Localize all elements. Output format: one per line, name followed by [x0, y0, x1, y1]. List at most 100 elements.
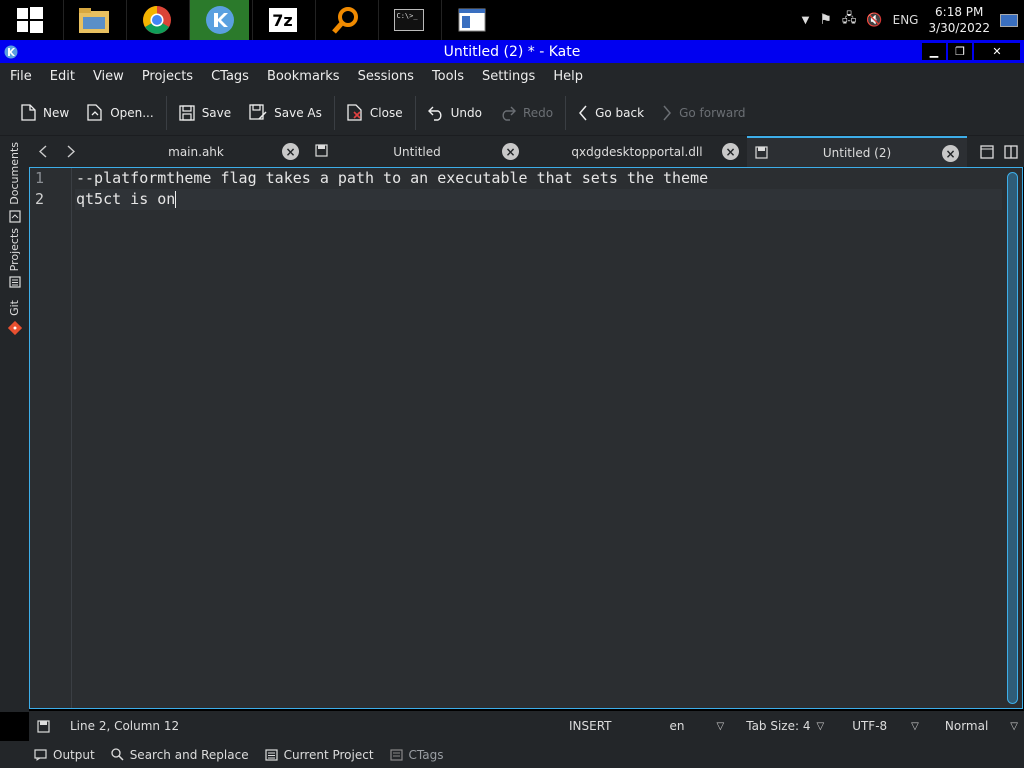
flag-icon[interactable]: ⚑ — [819, 12, 832, 28]
text-cursor — [175, 191, 177, 208]
taskbar-search-tool[interactable] — [315, 0, 375, 40]
restore-button[interactable]: ❐ — [948, 43, 972, 60]
new-tab-icon[interactable] — [980, 144, 994, 159]
start-button[interactable] — [0, 0, 60, 40]
menu-ctags[interactable]: CTags — [211, 69, 249, 84]
tray-chevron-up-icon[interactable]: ▼ — [802, 15, 810, 26]
close-tab-icon[interactable]: × — [282, 143, 299, 160]
save-as-button[interactable]: Save As — [240, 96, 331, 130]
taskbar-7zip[interactable]: 7z — [252, 0, 312, 40]
go-forward-button[interactable]: Go forward — [653, 96, 754, 130]
redo-button[interactable]: Redo — [491, 96, 562, 130]
minimize-button[interactable]: ▁ — [922, 43, 946, 60]
close-tab-icon[interactable]: × — [502, 143, 519, 160]
cursor-position[interactable]: Line 2, Column 12 — [70, 719, 179, 733]
git-label: Git — [8, 300, 21, 316]
encoding-label: UTF-8 — [852, 719, 888, 733]
split-view-icon[interactable] — [1004, 144, 1018, 159]
chevron-right-icon — [663, 105, 672, 120]
close-tab-icon[interactable]: × — [722, 143, 739, 160]
window-titlebar[interactable]: Untitled (2) * - Kate ▁ ❐ ✕ — [0, 40, 1024, 63]
save-icon — [179, 104, 195, 121]
status-bar: Line 2, Column 12 INSERT en ▽ Tab Size: … — [29, 711, 1024, 741]
highlighting-selector[interactable]: Normal ▽ — [945, 719, 1018, 733]
kate-app-icon — [4, 45, 18, 58]
output-toolview[interactable]: Output — [34, 748, 95, 762]
chevron-down-icon: ▽ — [1010, 720, 1018, 732]
show-desktop-icon[interactable] — [1000, 13, 1018, 27]
volume-muted-icon[interactable]: 🔇 — [866, 13, 882, 28]
search-replace-label: Search and Replace — [129, 747, 249, 762]
git-icon — [7, 320, 22, 335]
projects-icon — [8, 276, 21, 288]
new-label: New — [43, 105, 70, 120]
undo-label: Undo — [450, 105, 482, 120]
go-back-button[interactable]: Go back — [569, 96, 653, 130]
chrome-icon — [142, 6, 171, 34]
sevenzip-icon: 7z — [268, 8, 297, 32]
menu-sessions[interactable]: Sessions — [358, 69, 414, 84]
dictionary-label: en — [669, 719, 685, 733]
save-button[interactable]: Save — [170, 96, 240, 130]
save-label: Save — [201, 105, 232, 120]
tab-untitled[interactable]: Untitled × — [307, 136, 527, 167]
menu-projects[interactable]: Projects — [142, 69, 193, 84]
vertical-scrollbar[interactable] — [1007, 172, 1018, 704]
menu-settings[interactable]: Settings — [482, 69, 535, 84]
current-project-label: Current Project — [283, 747, 374, 762]
dictionary-selector[interactable]: en ▽ — [670, 719, 725, 733]
new-document-icon — [21, 104, 36, 121]
text-editor[interactable]: 1 2 --platformtheme flag takes a path to… — [29, 167, 1023, 709]
tab-scroll-right[interactable] — [57, 136, 85, 167]
search-replace-toolview[interactable]: Search and Replace — [111, 748, 249, 762]
encoding-selector[interactable]: UTF-8 ▽ — [852, 719, 919, 733]
redo-label: Redo — [522, 105, 554, 120]
sidebar-tab-git[interactable]: Git — [0, 300, 29, 335]
taskbar-chrome[interactable] — [126, 0, 186, 40]
close-document-icon — [347, 104, 362, 121]
language-indicator[interactable]: ENG — [893, 13, 919, 27]
toolbar-separator — [414, 95, 416, 130]
tab-scroll-left[interactable] — [29, 136, 57, 167]
menu-view[interactable]: View — [93, 69, 124, 84]
undo-button[interactable]: Undo — [419, 96, 491, 130]
taskbar-kate[interactable] — [189, 0, 249, 40]
tab-untitled-2[interactable]: Untitled (2) × — [747, 136, 967, 167]
menu-bookmarks[interactable]: Bookmarks — [267, 69, 340, 84]
save-icon[interactable] — [37, 719, 50, 733]
window-title: Untitled (2) * - Kate — [443, 43, 581, 60]
code-line-text: --platformtheme flag takes a path to an … — [76, 169, 709, 187]
code-area[interactable]: --platformtheme flag takes a path to an … — [75, 168, 1002, 210]
toolbar-separator — [165, 95, 167, 130]
code-line-current[interactable]: qt5ct is on — [75, 189, 1002, 210]
ctags-toolview[interactable]: CTags — [389, 748, 444, 762]
clock[interactable]: 6:18 PM 3/30/2022 — [928, 4, 990, 36]
menu-edit[interactable]: Edit — [50, 69, 75, 84]
tab-qxdgdesktopportal[interactable]: qxdgdesktopportal.dll × — [527, 136, 747, 167]
taskbar-terminal[interactable]: C:\>_ — [378, 0, 438, 40]
output-label: Output — [53, 747, 95, 762]
documents-icon — [8, 210, 21, 223]
current-project-toolview[interactable]: Current Project — [264, 747, 374, 762]
taskbar-file-manager[interactable] — [63, 0, 123, 40]
close-tab-icon[interactable]: × — [942, 145, 959, 162]
close-window-button[interactable]: ✕ — [974, 43, 1020, 60]
tab-label: main.ahk — [168, 144, 224, 159]
file-manager-icon — [78, 8, 109, 33]
input-mode[interactable]: INSERT — [569, 719, 612, 733]
open-document-icon — [87, 104, 102, 121]
menu-help[interactable]: Help — [553, 69, 583, 84]
taskbar-window-app[interactable] — [441, 0, 501, 40]
open-button[interactable]: Open... — [78, 96, 163, 130]
close-document-button[interactable]: Close — [338, 96, 412, 130]
menu-tools[interactable]: Tools — [432, 69, 464, 84]
clock-date: 3/30/2022 — [928, 21, 990, 35]
sidebar-tab-projects[interactable]: Projects — [0, 228, 29, 288]
network-icon[interactable]: 🖧 — [842, 9, 857, 31]
menu-file[interactable]: File — [10, 69, 32, 84]
sidebar-tab-documents[interactable]: Documents — [0, 142, 29, 223]
code-line[interactable]: --platformtheme flag takes a path to an … — [75, 168, 1002, 189]
tab-size-selector[interactable]: Tab Size: 4 ▽ — [746, 719, 824, 733]
tab-main-ahk[interactable]: main.ahk × — [85, 136, 307, 167]
new-button[interactable]: New — [12, 96, 78, 130]
